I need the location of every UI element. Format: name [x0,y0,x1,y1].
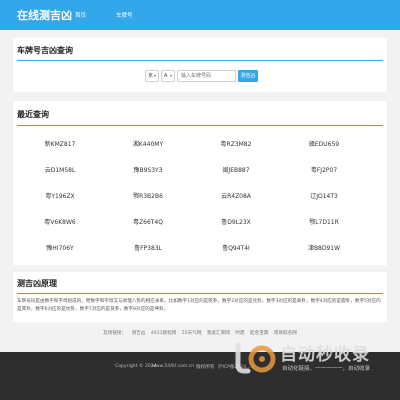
friend-link[interactable]: 起名宝典 [250,331,268,336]
check-fortune-button[interactable]: 测吉凶 [238,70,258,82]
plate-number-input[interactable] [177,70,236,82]
panel-divider [17,60,383,61]
query-panel-title: 车牌号吉凶查询 [17,46,73,55]
friend-link[interactable]: 我爱汇率网 [207,331,230,336]
chevron-down-icon: ▾ [169,73,172,78]
panel-divider [17,125,383,126]
panel-divider [17,293,383,294]
friend-link[interactable]: 55天气网 [182,331,202,336]
recent-plate-link[interactable]: 鲁D9L23X [201,217,271,226]
friend-link[interactable]: 测吉凶 [132,331,146,336]
recent-plate-link[interactable]: 豫B9S3Y3 [113,165,183,174]
recent-plate-link[interactable]: 鲁Q94T4I [201,243,271,252]
recent-plate-link[interactable]: 津B8D91W [289,243,359,252]
nav-plate[interactable]: 车牌号 [116,11,133,19]
friend-link[interactable]: 周易取名网 [274,331,297,336]
letter-select-value: A [164,73,168,79]
recent-panel: 最近查询 [13,101,387,265]
query-panel: 车牌号吉凶查询 [13,38,387,92]
friend-link[interactable]: 4421教程网 [151,331,176,336]
watermark-subtitle: 自动化链接，一一一一一，自动收录 [282,366,371,372]
recent-plate-link[interactable]: 豫HI706Y [25,243,95,252]
principle-text: 车牌号码是由数字和字母组成的，而数字和字母又与易理八卦的相应关系。比如数字1对应… [17,299,381,312]
province-select[interactable]: 京 ▾ [145,70,159,82]
recent-plate-link[interactable]: 赣EDU659 [289,139,359,148]
recent-panel-title: 最近查询 [17,110,49,119]
principle-panel: 测吉凶原理 [13,272,387,322]
recent-plate-link[interactable]: 湘K440MY [113,139,183,148]
rights-text: 版权所有 [196,365,215,370]
recent-plate-link[interactable]: 新KMZ817 [25,139,95,148]
site-logo[interactable]: 在线测吉凶 [17,7,72,23]
copyright-text: Copyright © 2024 [115,364,157,369]
chevron-down-icon: ▾ [153,73,156,78]
friend-links: 友情链接： 测吉凶 4421教程网 55天气网 我爱汇率网 时鼎 起名宝典 周易… [0,330,400,336]
province-select-value: 京 [148,73,154,79]
watermark-title: 自动秒收录 [280,345,370,365]
site-header: 在线测吉凶 首页 车牌号 [0,0,400,30]
recent-plate-link[interactable]: 云R4Z08A [201,191,271,200]
recent-plate-link[interactable]: 闽JEB887 [201,165,271,174]
recent-plate-link[interactable]: 鲁FP383L [113,243,183,252]
friend-link[interactable]: 时鼎 [235,331,244,336]
friend-links-label: 友情链接： [103,331,127,336]
recent-plate-link[interactable]: 辽JO14T3 [289,191,359,200]
nav-home[interactable]: 首页 [75,11,86,19]
site-domain-link[interactable]: www.5440.com.cn [152,364,194,369]
recent-plate-link[interactable]: 粤RZ3M82 [201,139,271,148]
recent-plate-link[interactable]: 粤FJ2P07 [289,165,359,174]
recent-plate-link[interactable]: 粤Y196ZX [25,191,95,200]
recent-plate-link[interactable]: 云D1M58L [25,165,95,174]
recent-plate-link[interactable]: 粤Z66T4Q [113,217,183,226]
recent-plate-link[interactable]: 粤V6K8W6 [25,217,95,226]
recent-plate-link[interactable]: 鄂R3B2B6 [113,191,183,200]
recent-plate-link[interactable]: 鄂L7D11R [289,217,359,226]
principle-panel-title: 测吉凶原理 [17,279,57,288]
letter-select[interactable]: A ▾ [161,70,175,82]
watermark-logo-icon [235,342,276,374]
